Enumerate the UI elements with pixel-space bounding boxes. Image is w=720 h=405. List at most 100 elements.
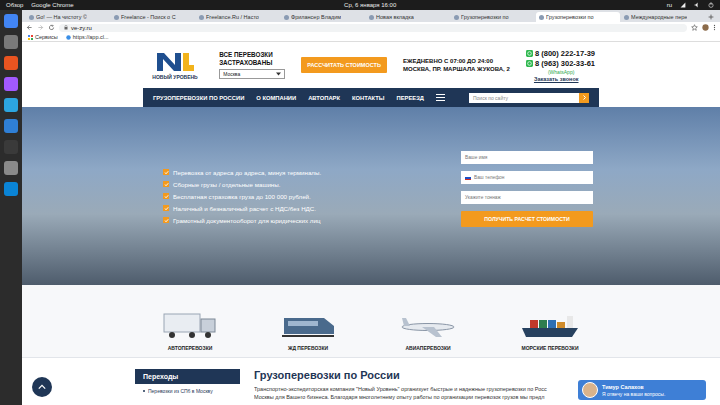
content: Переходы Перевозки из СПб в Москву Грузопе… [135, 358, 607, 400]
browser-tab[interactable]: Грузоперевозки по [451, 12, 535, 22]
city-select[interactable]: Москва [219, 69, 285, 79]
new-tab-button[interactable] [706, 12, 716, 22]
site-search[interactable]: Поиск по сайту [469, 93, 589, 103]
dock-app-icon[interactable] [4, 35, 18, 49]
schedule: ЕЖЕДНЕВНО С 07:00 ДО 24:00МОСКВА, ПР. МА… [403, 58, 510, 72]
quote-form: Ваше имя Ваш телефон Укажите тоннаж ПОЛУЧИТ… [461, 151, 593, 227]
dock-app-icon[interactable] [4, 161, 18, 175]
text-input[interactable]: Укажите тоннаж [461, 191, 593, 204]
favicon-icon [624, 15, 629, 20]
language-indicator[interactable]: ru [667, 0, 672, 10]
dock-app-icon[interactable] [4, 119, 18, 133]
whatsapp-label: (WhatsApp) [526, 69, 574, 75]
whatsapp-icon [526, 50, 533, 57]
truck-icon [162, 310, 218, 340]
dock-app-icon[interactable] [4, 56, 18, 70]
lock-icon [64, 25, 68, 30]
nav-item[interactable]: О КОМПАНИИ [256, 95, 296, 101]
browser-tab[interactable]: Новая вкладка [366, 12, 450, 22]
favicon-icon [454, 15, 459, 20]
app-menu[interactable]: Google Chrome [31, 0, 73, 10]
tagline: ВСЕ ПЕРЕВОЗКИ ЗАСТРАХОВАНЫ [219, 51, 285, 66]
network-icon[interactable] [680, 2, 686, 8]
clock[interactable]: Ср, 6 января 16:00 [344, 0, 396, 10]
feature-item: Бесплатная страховка груза до 100 000 ру… [163, 193, 321, 200]
text-input[interactable]: Ваше имя [461, 151, 593, 164]
favicon-icon [539, 15, 544, 20]
chat-widget[interactable]: Тимур СалаховЯ отвечу на ваши вопросы. [578, 380, 706, 400]
bookmark[interactable]: https://app.cl... [66, 34, 109, 40]
dock-app-icon[interactable] [4, 14, 18, 28]
power-icon[interactable] [708, 2, 714, 8]
plane-icon [398, 310, 458, 340]
ship-icon [520, 310, 580, 340]
browser-tab[interactable]: Freelance.Ru / Насто [196, 12, 280, 22]
phone-input[interactable]: Ваш телефон [461, 171, 593, 184]
bookmark[interactable]: Сервисы [28, 34, 58, 40]
favicon-icon [284, 15, 289, 20]
back-arrow-icon[interactable] [26, 24, 33, 31]
dock-app-icon[interactable] [4, 140, 18, 154]
address-bar[interactable]: ve-zy.ru [59, 24, 687, 32]
article: Грузоперевозки по РоссииТранспортно-эксп… [254, 369, 607, 400]
sidebar: Переходы Перевозки из СПб в Москву [135, 369, 240, 400]
nav-item[interactable]: ГРУЗОПЕРЕВОЗКИ ПО РОССИИ [153, 95, 244, 101]
apps-grid-icon [28, 35, 33, 40]
service-card[interactable]: АВИАПЕРЕВОЗКИ [398, 310, 458, 351]
activities-button[interactable]: Обзор [6, 0, 23, 10]
reload-icon[interactable] [48, 24, 55, 31]
logo-mark-icon [155, 50, 195, 72]
sidebar-item[interactable]: Перевозки из СПб в Москву [135, 388, 240, 394]
hamburger-icon[interactable] [436, 94, 445, 101]
service-card[interactable]: ЖД ПЕРЕВОЗКИ [280, 310, 336, 351]
favicon-icon [199, 15, 204, 20]
favicon-icon [29, 15, 34, 20]
browser-tab[interactable]: Go! — На чистоту © [26, 12, 110, 22]
phone-number[interactable]: 8 (800) 222-17-39 [535, 49, 595, 58]
dock-app-icon[interactable] [4, 98, 18, 112]
star-icon[interactable] [691, 24, 698, 31]
nav-item[interactable]: АВТОПАРК [308, 95, 340, 101]
top-bar: Обзор Google Chrome Ср, 6 января 16:00 ru [0, 0, 720, 10]
main-nav: ГРУЗОПЕРЕВОЗКИ ПО РОССИИ О КОМПАНИИ АВТОПА… [143, 88, 599, 107]
bookmarks-bar: Сервисы https://app.cl... [22, 33, 720, 42]
services-strip: АВТОПЕРЕВОЗКИ ЖД ПЕРЕВОЗКИ АВИАПЕРЕВОЗКИ МО… [22, 285, 720, 358]
phone-number[interactable]: 8 (963) 302-33-61 [535, 59, 595, 68]
service-card[interactable]: АВТОПЕРЕВОЗКИ [162, 310, 218, 351]
dock-app-icon[interactable] [4, 77, 18, 91]
volume-icon[interactable] [694, 2, 700, 8]
tab-strip: Go! — На чистоту ©Freelance - Поиск о СF… [22, 10, 720, 22]
callback-link[interactable]: Заказать звонок [526, 76, 579, 82]
profile-icon[interactable] [702, 24, 709, 31]
favicon-icon [114, 15, 119, 20]
browser-tab[interactable]: Грузоперевозки по [536, 12, 620, 22]
browser-tab[interactable]: Freelance - Поиск о С [111, 12, 195, 22]
browser-tab[interactable]: Фрилансер Владим [281, 12, 365, 22]
browser-window: Go! — На чистоту ©Freelance - Поиск о СF… [22, 10, 720, 405]
nav-item[interactable]: КОНТАКТЫ [352, 95, 385, 101]
check-icon [164, 218, 169, 223]
check-icon [164, 170, 169, 175]
site-logo[interactable]: НОВЫЙ УРОВЕНЬ [147, 50, 203, 80]
nav-item[interactable]: ПЕРЕЕЗД [397, 95, 424, 101]
favicon-icon [66, 35, 71, 40]
check-icon [164, 206, 169, 211]
arrow-right-icon [582, 95, 587, 100]
feature-item: Грамотный документооборот для юридически… [163, 217, 321, 224]
scroll-top-button[interactable] [32, 377, 52, 397]
article-text: Транспортно-экспедиторская компания "Нов… [254, 386, 576, 400]
check-icon [164, 182, 169, 187]
dock-app-icon[interactable] [4, 182, 18, 196]
train-icon [280, 310, 336, 340]
sidebar-title: Переходы [135, 369, 240, 384]
menu-icon[interactable] [713, 24, 716, 31]
hero-banner: Перевозка от адреса до адреса, минуя тер… [22, 107, 720, 285]
submit-button[interactable]: ПОЛУЧИТЬ РАСЧЕТ СТОИМОСТИ [461, 211, 593, 227]
search-button[interactable] [579, 93, 589, 103]
browser-tab[interactable]: Международные пере [621, 12, 705, 22]
forward-arrow-icon[interactable] [37, 24, 44, 31]
flag-icon [465, 176, 471, 180]
calculate-button[interactable]: РАССЧИТАТЬ СТОИМОСТЬ [301, 57, 387, 73]
web-page: НОВЫЙ УРОВЕНЬ ВСЕ ПЕРЕВОЗКИ ЗАСТРАХОВАНЫ М… [22, 42, 720, 405]
service-card[interactable]: МОРСКИЕ ПЕРЕВОЗКИ [520, 310, 580, 351]
